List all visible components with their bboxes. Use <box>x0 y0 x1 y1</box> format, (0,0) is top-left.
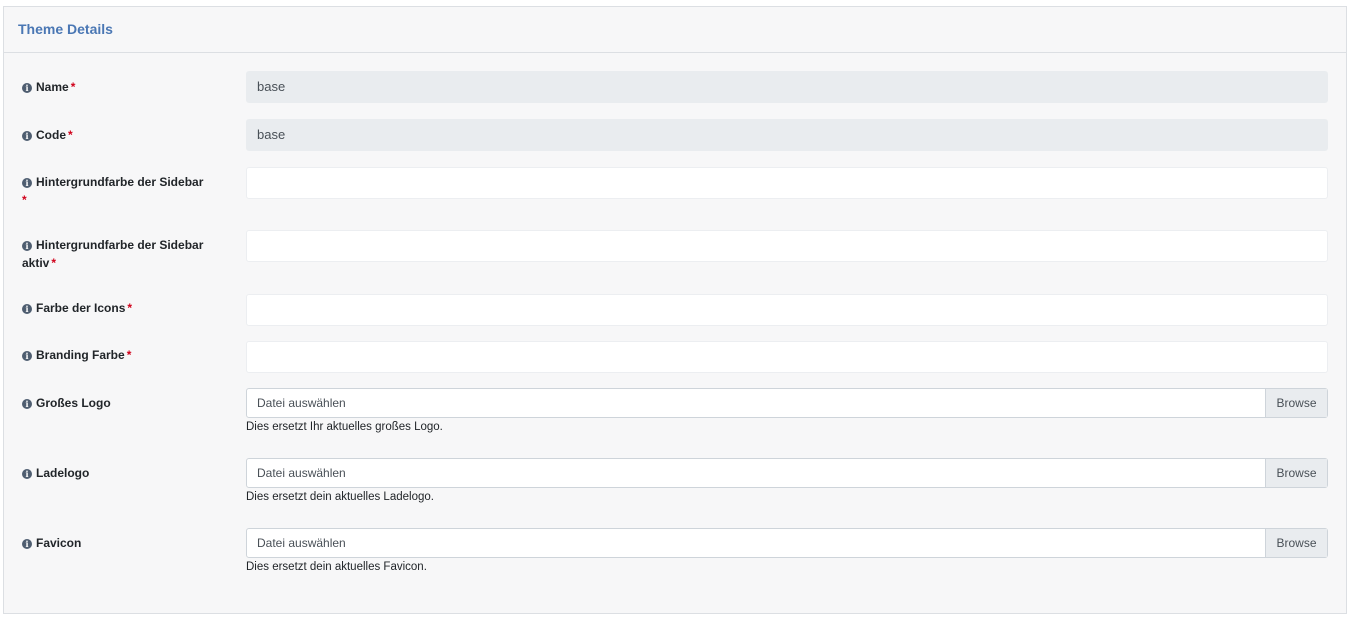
info-circle-icon[interactable]: i <box>22 178 32 188</box>
file-input-placeholder[interactable]: Datei auswählen <box>247 459 1265 487</box>
name-label: i Name * <box>22 78 222 96</box>
loading-logo-help-text: Dies ersetzt dein aktuelles Ladelogo. <box>246 491 434 503</box>
file-input-placeholder[interactable]: Datei auswählen <box>247 529 1265 557</box>
favicon-file-input[interactable]: Datei auswählen Browse <box>246 528 1328 558</box>
file-input-placeholder[interactable]: Datei auswählen <box>247 389 1265 417</box>
sidebar-bg-active-input[interactable] <box>246 230 1328 262</box>
branding-color-label: i Branding Farbe * <box>22 346 222 364</box>
browse-button[interactable]: Browse <box>1265 389 1327 417</box>
required-marker: * <box>70 80 76 94</box>
required-marker: * <box>22 193 27 207</box>
info-circle-icon[interactable]: i <box>22 351 32 361</box>
info-circle-icon[interactable]: i <box>22 83 32 93</box>
icon-color-input[interactable] <box>246 294 1328 326</box>
required-marker: * <box>68 128 73 142</box>
sidebar-bg-label: i Hintergrundfarbe der Sidebar * <box>22 175 204 207</box>
code-input[interactable]: base <box>246 119 1328 151</box>
required-marker: * <box>126 348 132 362</box>
name-input[interactable]: base <box>246 71 1328 103</box>
branding-color-input[interactable] <box>246 341 1328 373</box>
info-circle-icon[interactable]: i <box>22 241 32 251</box>
required-marker: * <box>51 256 57 270</box>
info-circle-icon[interactable]: i <box>22 469 32 479</box>
icon-color-label: i Farbe der Icons * <box>22 299 222 317</box>
info-circle-icon[interactable]: i <box>22 539 32 549</box>
browse-button[interactable]: Browse <box>1265 529 1327 557</box>
loading-logo-label: i Ladelogo <box>22 464 222 482</box>
sidebar-bg-input[interactable] <box>246 167 1328 199</box>
large-logo-help-text: Dies ersetzt Ihr aktuelles großes Logo. <box>246 421 443 433</box>
favicon-label: i Favicon <box>22 534 222 552</box>
theme-details-card: Theme Details i Name * base i Code * base iH… <box>3 6 1347 614</box>
info-circle-icon[interactable]: i <box>22 399 32 409</box>
loading-logo-file-input[interactable]: Datei auswählen Browse <box>246 458 1328 488</box>
required-marker: * <box>127 301 133 315</box>
large-logo-label: i Großes Logo <box>22 394 222 412</box>
info-circle-icon[interactable]: i <box>22 131 32 141</box>
large-logo-file-input[interactable]: Datei auswählen Browse <box>246 388 1328 418</box>
info-circle-icon[interactable]: i <box>22 304 32 314</box>
card-title: Theme Details <box>4 7 1346 53</box>
code-label: i Code * <box>22 126 222 144</box>
favicon-help-text: Dies ersetzt dein aktuelles Favicon. <box>246 561 427 573</box>
browse-button[interactable]: Browse <box>1265 459 1327 487</box>
sidebar-bg-active-label: i Hintergrundfarbe der Sidebar aktiv * <box>22 238 204 270</box>
